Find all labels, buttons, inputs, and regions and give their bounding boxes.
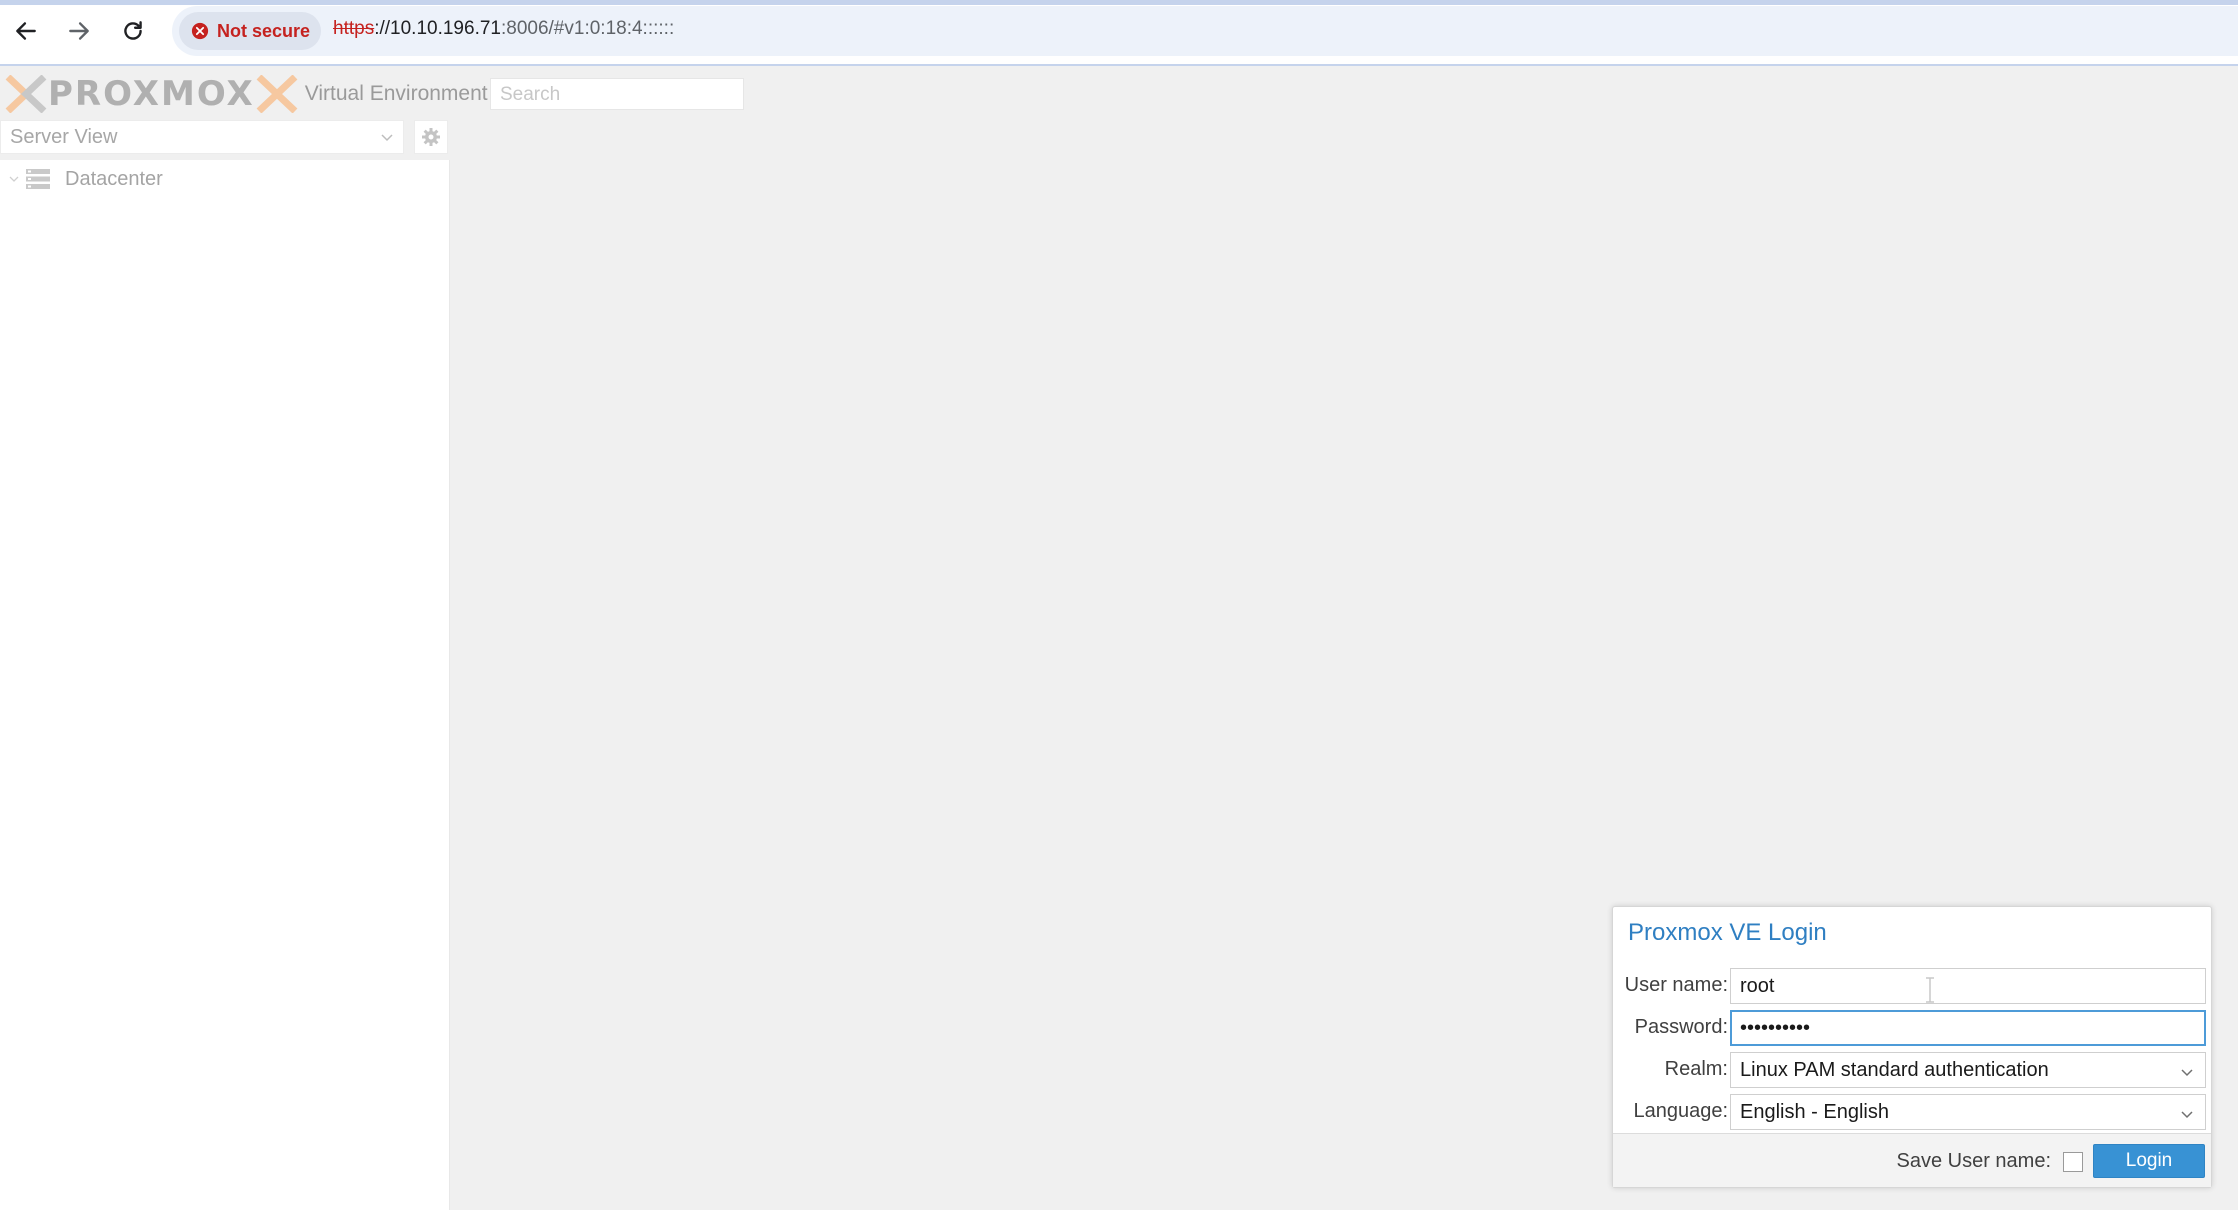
tree-item-datacenter[interactable]: Datacenter	[0, 164, 450, 194]
password-row: Password: ••••••••••	[1613, 1010, 2213, 1046]
proxmox-x-icon-right	[256, 75, 298, 113]
proxmox-x-icon	[5, 75, 47, 113]
gear-icon	[422, 128, 440, 146]
reload-icon	[124, 21, 142, 40]
proxmox-logo: PROXMOX Virtual Environment	[4, 74, 488, 114]
back-button[interactable]	[6, 11, 46, 51]
realm-select[interactable]: Linux PAM standard authentication	[1730, 1052, 2206, 1088]
save-username-label: Save User name:	[1896, 1150, 2051, 1172]
view-settings-button[interactable]	[414, 120, 448, 154]
username-field[interactable]: root	[1730, 968, 2206, 1004]
login-toolbar: Save User name: Login	[1613, 1133, 2211, 1187]
url-text[interactable]: https://10.10.196.71:8006/#v1:0:18:4::::…	[333, 18, 674, 40]
resource-tree: Datacenter	[0, 160, 450, 1210]
login-button[interactable]: Login	[2093, 1144, 2205, 1178]
login-title: Proxmox VE Login	[1628, 919, 1827, 946]
search-input[interactable]: Search	[490, 78, 744, 110]
arrow-left-icon	[16, 22, 36, 40]
reload-button[interactable]	[113, 11, 153, 51]
login-dialog: Proxmox VE Login User name: root Passwor…	[1612, 906, 2212, 1188]
username-row: User name: root	[1613, 968, 2213, 1004]
warning-x-icon	[191, 22, 209, 40]
password-field[interactable]: ••••••••••	[1730, 1010, 2206, 1046]
realm-row: Realm: Linux PAM standard authentication	[1613, 1052, 2213, 1088]
language-select[interactable]: English - English	[1730, 1094, 2206, 1130]
chevron-down-icon	[2181, 1069, 2193, 1077]
security-label: Not secure	[217, 20, 311, 41]
logo-subtitle: Virtual Environment	[304, 82, 488, 105]
language-value: English - English	[1740, 1101, 1889, 1123]
forward-button[interactable]	[59, 11, 99, 51]
realm-label: Realm:	[1664, 1058, 1728, 1080]
url-host: ://10.10.196.71	[374, 18, 501, 39]
language-label: Language:	[1633, 1100, 1728, 1122]
username-label: User name:	[1624, 974, 1728, 996]
tree-expander-icon[interactable]	[8, 173, 20, 185]
url-scheme: https	[333, 18, 375, 39]
datacenter-icon	[26, 169, 50, 189]
server-view-select[interactable]: Server View	[0, 120, 404, 154]
url-path: :8006/#v1:0:18:4::::::	[500, 18, 675, 39]
arrow-right-icon	[69, 22, 89, 40]
chevron-down-icon	[2181, 1111, 2193, 1119]
save-username-checkbox[interactable]	[2063, 1152, 2083, 1172]
realm-value: Linux PAM standard authentication	[1740, 1059, 2049, 1081]
text-cursor-icon	[1926, 977, 1934, 1003]
tree-item-label: Datacenter	[65, 167, 163, 190]
language-row: Language: English - English	[1613, 1094, 2213, 1130]
security-indicator[interactable]: Not secure	[179, 12, 321, 50]
server-view-label: Server View	[10, 126, 118, 148]
logo-text: PROXMOX	[48, 74, 255, 114]
password-label: Password:	[1634, 1016, 1728, 1038]
chevron-down-icon	[381, 134, 393, 142]
